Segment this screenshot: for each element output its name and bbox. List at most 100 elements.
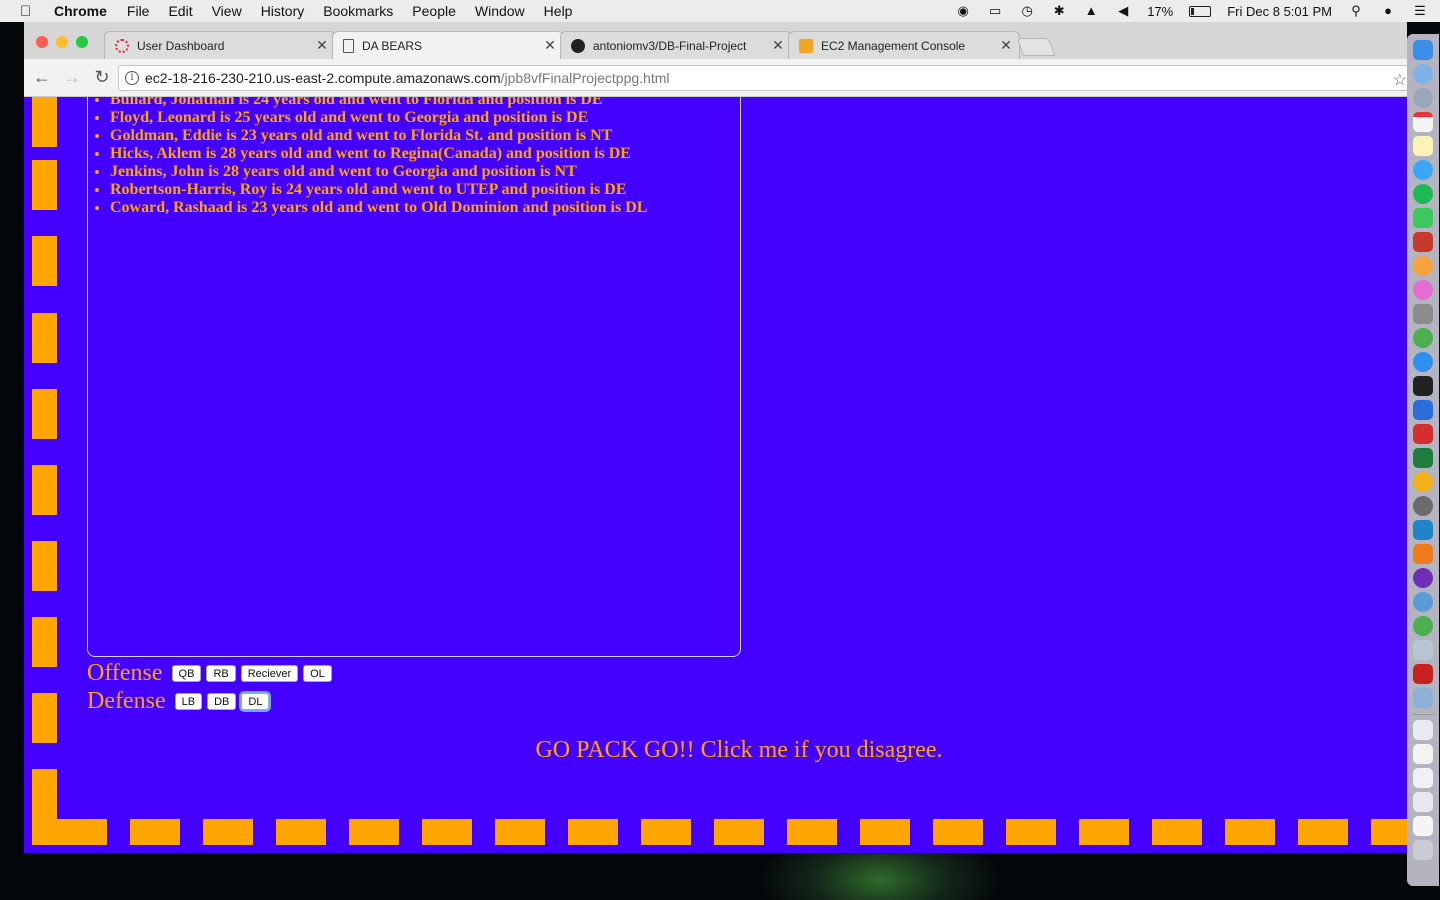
virtual-machine-icon[interactable] [1413, 520, 1433, 540]
tab-github[interactable]: antoniomv3/DB-Final-Project ✕ [560, 31, 792, 59]
menu-edit[interactable]: Edit [168, 3, 192, 19]
dock-separator [1412, 714, 1434, 715]
spotify-icon[interactable] [1413, 184, 1433, 204]
github-icon [571, 38, 585, 53]
menu-window[interactable]: Window [475, 3, 525, 19]
close-tab-icon[interactable]: ✕ [997, 37, 1015, 54]
menu-history[interactable]: History [261, 3, 305, 19]
list-item: Robertson-Harris, Roy is 24 years old an… [110, 181, 647, 199]
close-window-button[interactable] [36, 36, 48, 48]
border-dash [32, 693, 57, 743]
globe-icon[interactable]: ◉ [955, 4, 971, 18]
siri-icon[interactable]: ● [1380, 4, 1396, 18]
info-icon[interactable]: i [125, 71, 139, 85]
list-item: Jenkins, John is 28 years old and went t… [110, 163, 647, 181]
receiver-button[interactable]: Reciever [240, 665, 299, 682]
border-dash [568, 819, 618, 845]
app-store-icon[interactable] [1413, 352, 1433, 372]
tab-user-dashboard[interactable]: User Dashboard ✕ [104, 31, 336, 59]
border-dash [32, 313, 57, 363]
network-icon[interactable] [1413, 592, 1433, 612]
lb-button[interactable]: LB [174, 693, 203, 710]
photo-booth-icon[interactable] [1413, 232, 1433, 252]
bluetooth-icon[interactable]: ✱ [1051, 4, 1067, 18]
menu-bookmarks[interactable]: Bookmarks [323, 3, 393, 19]
messages-icon[interactable] [1413, 160, 1433, 180]
word-icon[interactable] [1413, 400, 1433, 420]
tab-title: EC2 Management Console [821, 38, 966, 53]
launchpad-icon[interactable] [1413, 88, 1433, 108]
menu-app-name[interactable]: Chrome [54, 3, 107, 19]
spotlight-icon[interactable]: ⚲ [1348, 4, 1364, 18]
menu-view[interactable]: View [212, 3, 242, 19]
browser-toolbar: ← → ↻ i ec2-18-216-230-210.us-east-2.com… [24, 59, 1407, 97]
zoom-window-button[interactable] [76, 36, 88, 48]
close-tab-icon[interactable]: ✕ [541, 37, 559, 54]
border-dash [860, 819, 910, 845]
airplay-icon[interactable]: ▭ [987, 4, 1003, 18]
powerpoint-icon[interactable] [1413, 424, 1433, 444]
volume-icon[interactable]: ◀ [1115, 4, 1131, 18]
excel-icon[interactable] [1413, 448, 1433, 468]
facetime-icon[interactable] [1413, 208, 1433, 228]
dl-button[interactable]: DL [241, 693, 270, 710]
ibooks-icon[interactable] [1413, 304, 1433, 324]
document-icon[interactable] [1413, 744, 1433, 764]
system-preferences-icon[interactable] [1413, 496, 1433, 516]
minimize-window-button[interactable] [56, 36, 68, 48]
tab-da-bears[interactable]: DA BEARS ✕ [332, 31, 564, 59]
battery-icon[interactable] [1189, 5, 1212, 17]
time-machine-icon[interactable]: ◷ [1019, 4, 1035, 18]
reload-icon[interactable]: ↻ [90, 67, 114, 88]
list-item: Floyd, Leonard is 25 years old and went … [110, 109, 647, 127]
border-dash [1006, 819, 1056, 845]
finder-icon[interactable] [1413, 40, 1433, 60]
siri-icon[interactable] [1413, 64, 1433, 84]
chrome-canary-icon[interactable] [1413, 616, 1433, 636]
document-icon[interactable] [1413, 768, 1433, 788]
close-tab-icon[interactable]: ✕ [769, 37, 787, 54]
dashboard-icon [115, 38, 129, 53]
bookmark-star-icon[interactable]: ☆ [1393, 70, 1407, 90]
go-pack-banner[interactable]: GO PACK GO!! Click me if you disagree. [24, 737, 1407, 764]
calendar-icon[interactable] [1413, 112, 1433, 132]
apple-icon[interactable]:  [20, 3, 38, 20]
menu-help[interactable]: Help [544, 3, 573, 19]
clock[interactable]: Fri Dec 8 5:01 PM [1227, 4, 1332, 19]
terminal-icon[interactable] [1413, 376, 1433, 396]
menu-people[interactable]: People [412, 3, 456, 19]
db-button[interactable]: DB [207, 693, 237, 710]
forward-arrow-icon[interactable]: → [60, 67, 84, 88]
github-desktop-icon[interactable] [1413, 568, 1433, 588]
address-bar[interactable]: i ec2-18-216-230-210.us-east-2.compute.a… [118, 65, 1407, 91]
back-arrow-icon[interactable]: ← [30, 67, 54, 88]
itunes-icon[interactable] [1413, 280, 1433, 300]
preview-icon[interactable] [1413, 688, 1433, 708]
qb-button[interactable]: QB [171, 665, 202, 682]
border-dash [1152, 819, 1202, 845]
rb-button[interactable]: RB [206, 665, 236, 682]
forklift-icon[interactable] [1413, 544, 1433, 564]
wifi-icon[interactable]: ▲ [1083, 4, 1099, 18]
chrome-icon[interactable] [1413, 328, 1433, 348]
ol-button[interactable]: OL [303, 665, 332, 682]
new-tab-button[interactable] [1016, 38, 1056, 56]
list-item: Bullard, Jonathan is 24 years old and we… [110, 97, 647, 109]
trash-icon[interactable] [1413, 840, 1433, 860]
defense-label: Defense [87, 688, 166, 714]
close-tab-icon[interactable]: ✕ [313, 37, 331, 54]
filezilla-icon[interactable] [1413, 664, 1433, 684]
sketch-icon[interactable] [1413, 472, 1433, 492]
folder-stack-icon[interactable] [1413, 792, 1433, 812]
window-thumbnail-icon[interactable] [1413, 720, 1433, 740]
image-capture-icon[interactable] [1413, 640, 1433, 660]
menu-file[interactable]: File [127, 3, 150, 19]
photos-icon[interactable] [1413, 256, 1433, 276]
border-dash [1079, 819, 1129, 845]
notification-center-icon[interactable]: ☰ [1412, 4, 1428, 18]
notes-icon[interactable] [1413, 136, 1433, 156]
battery-percent[interactable]: 17% [1147, 4, 1173, 19]
downloads-stack-icon[interactable] [1413, 816, 1433, 836]
border-corner [32, 819, 107, 845]
tab-ec2-console[interactable]: EC2 Management Console ✕ [788, 31, 1020, 59]
